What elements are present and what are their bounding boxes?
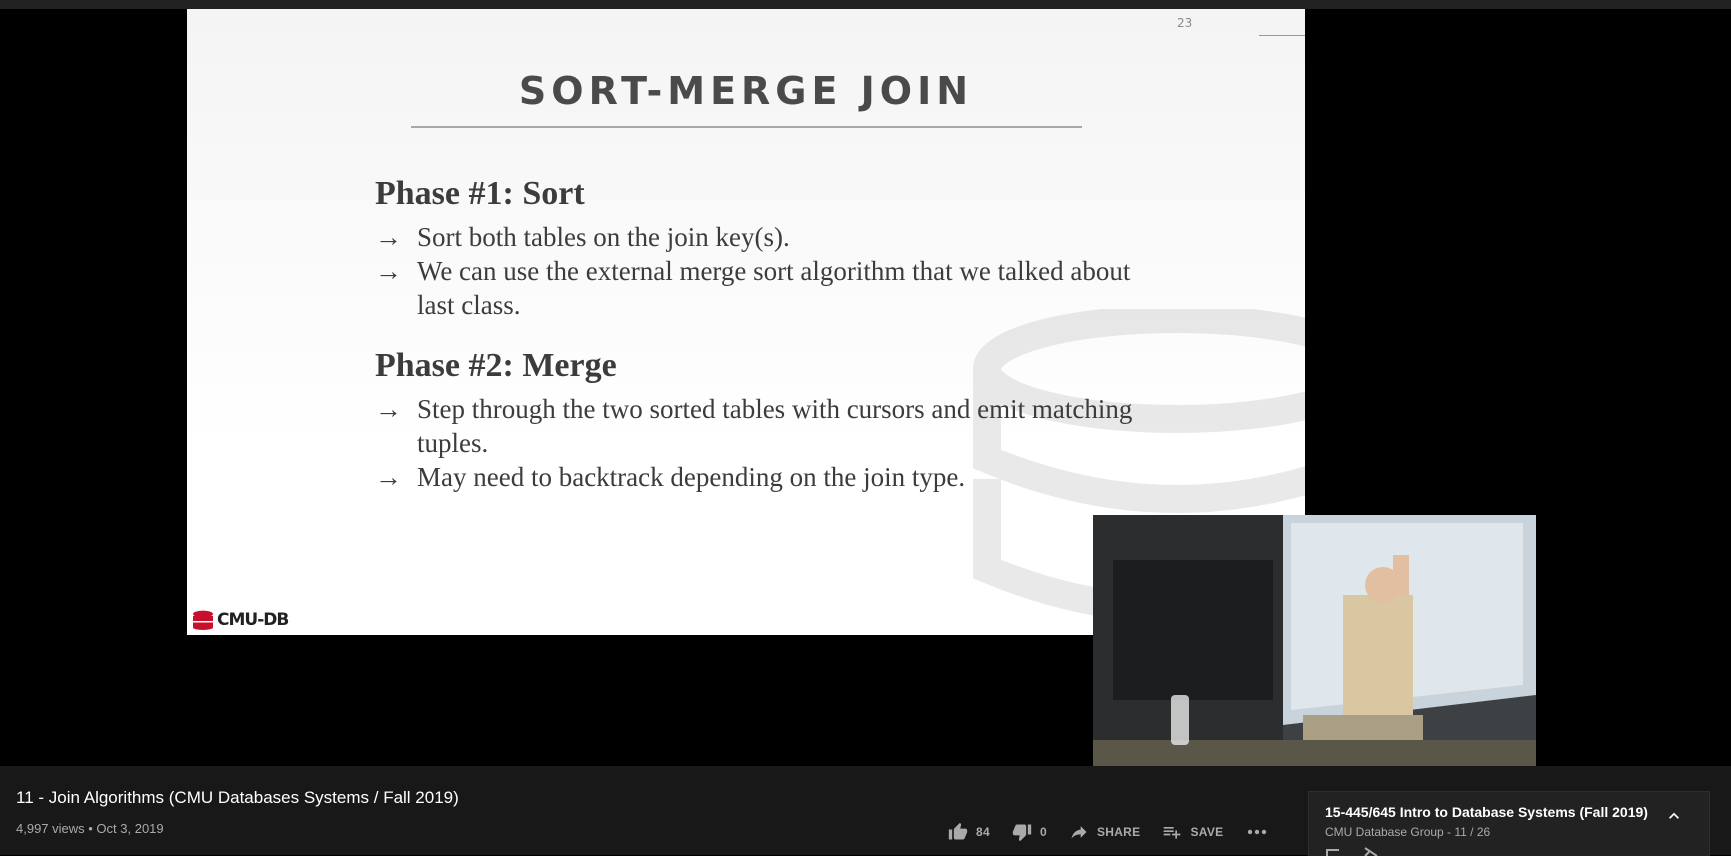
bullet-arrow: →: [375, 256, 402, 286]
more-actions-button[interactable]: [1245, 822, 1277, 842]
playlist-add-icon: [1164, 827, 1181, 839]
video-info-bar: 11 - Join Algorithms (CMU Databases Syst…: [0, 766, 1731, 856]
lecture-room-image: [1093, 515, 1536, 766]
bullet-text: Step through the two sorted tables with …: [417, 394, 1133, 458]
share-arrow-icon: [1071, 826, 1087, 839]
phase2-heading: Phase #2: Merge: [375, 347, 617, 384]
chevron-up-icon: [1669, 812, 1679, 819]
phase1-heading: Phase #1: Sort: [375, 175, 585, 212]
cmu-db-logo: CMU-DB: [192, 610, 289, 630]
playlist-subtitle: CMU Database Group - 11 / 26: [1325, 825, 1491, 839]
save-label: SAVE: [1190, 825, 1224, 839]
playlist-panel[interactable]: 15-445/645 Intro to Database Systems (Fa…: [1308, 791, 1710, 856]
more-horizontal-icon: [1248, 829, 1267, 835]
slide-title: SORT-MERGE JOIN: [518, 69, 974, 113]
video-player[interactable]: 23 SORT-MERGE JOIN Phase #1: Sort → Sort…: [0, 9, 1731, 766]
video-title: 11 - Join Algorithms (CMU Databases Syst…: [16, 788, 459, 807]
share-button[interactable]: SHARE: [1069, 822, 1141, 842]
slide-title-rule: [411, 126, 1082, 128]
dislike-button[interactable]: 0: [1012, 822, 1047, 842]
share-label: SHARE: [1096, 825, 1141, 839]
playlist-collapse-button[interactable]: [1664, 806, 1684, 831]
thumb-up-icon: [948, 822, 968, 840]
bullet-text: May need to backtrack depending on the j…: [417, 462, 966, 492]
cmu-db-logo-text: CMU-DB: [217, 610, 289, 630]
top-bar: [0, 0, 1731, 9]
slide-number: 23: [1177, 16, 1193, 30]
like-button[interactable]: 84: [948, 822, 990, 842]
lecturer-camera-inset: [1093, 515, 1536, 766]
bullet-arrow: →: [375, 394, 402, 424]
slide-body: Phase #1: Sort → Sort both tables on the…: [375, 174, 1135, 494]
bullet-text: We can use the external merge sort algor…: [417, 256, 1131, 320]
bullet-arrow: →: [375, 222, 402, 252]
phase2-bullet: → May need to backtrack depending on the…: [375, 460, 1135, 494]
video-actions: 84 0 SHARE SAVE: [948, 822, 1299, 842]
phase1-bullet: → We can use the external merge sort alg…: [375, 254, 1135, 322]
like-count: 84: [976, 825, 990, 839]
playlist-title[interactable]: 15-445/645 Intro to Database Systems (Fa…: [1325, 804, 1648, 820]
phase2-bullet: → Step through the two sorted tables wit…: [375, 392, 1135, 460]
thumb-down-icon: [1012, 824, 1032, 842]
phase1-bullet: → Sort both tables on the join key(s).: [375, 220, 1135, 254]
slide-corner-line: [1259, 35, 1305, 36]
video-meta: 4,997 views • Oct 3, 2019: [16, 821, 164, 836]
dislike-count: 0: [1039, 825, 1047, 839]
cmu-db-logo-icon: [193, 610, 213, 630]
bullet-text: Sort both tables on the join key(s).: [417, 222, 790, 252]
save-button[interactable]: SAVE: [1162, 822, 1223, 842]
bullet-arrow: →: [375, 462, 402, 492]
